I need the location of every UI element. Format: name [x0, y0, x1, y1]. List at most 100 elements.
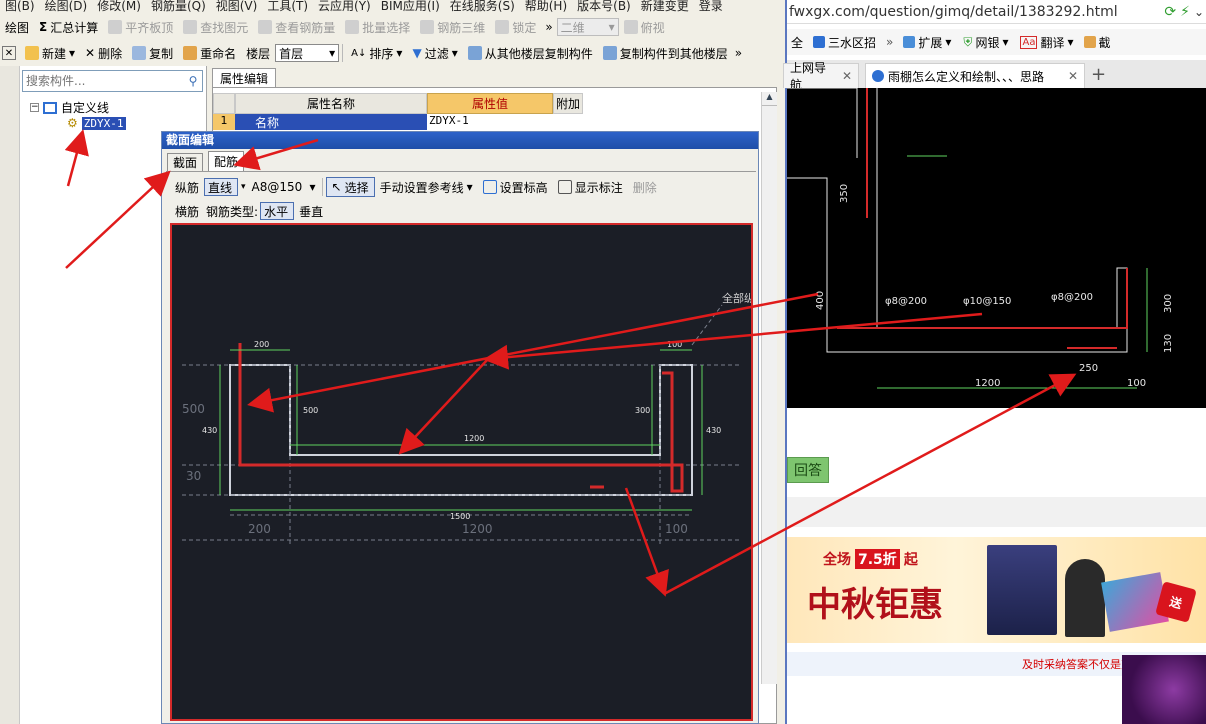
- component-search-box[interactable]: ⚲: [22, 70, 203, 92]
- menu-item-tools[interactable]: 工具(T): [262, 0, 313, 12]
- lightning-icon[interactable]: ⚡: [1180, 4, 1190, 20]
- promo-headline: 中秋钜惠: [807, 585, 943, 625]
- copy-component-button[interactable]: 复制: [127, 43, 178, 63]
- view-mode-select[interactable]: 二维 ▾: [556, 18, 619, 36]
- rename-label: 重命名: [200, 46, 237, 61]
- menu-item-view[interactable]: 视图(V): [211, 0, 263, 12]
- scroll-up-arrow-icon[interactable]: ▲: [762, 92, 777, 106]
- tree-child-row[interactable]: ⚙ ZDYX-1: [67, 116, 126, 130]
- menu-item-version[interactable]: 版本号(B): [572, 0, 636, 12]
- side-ad-image[interactable]: [1122, 655, 1206, 724]
- tab-reinforcement[interactable]: 配筋: [208, 151, 244, 171]
- book-cover-image: [987, 545, 1057, 635]
- menu-item-rebar[interactable]: 钢筋量(Q): [146, 0, 211, 12]
- menu-item-help[interactable]: 帮助(H): [520, 0, 572, 12]
- overflow-chevron-icon[interactable]: »: [735, 46, 742, 60]
- select-tool-button[interactable]: ↖ 选择: [325, 177, 375, 197]
- filter-button[interactable]: ▼ 过滤 ▾: [407, 43, 462, 63]
- perspective-button[interactable]: 俯视: [619, 17, 670, 37]
- url-text[interactable]: fwxgx.com/question/gimq/detail/1383292.h…: [789, 4, 1160, 20]
- promo-discount-value: 7.5折: [855, 549, 900, 569]
- rename-button[interactable]: 重命名: [178, 43, 241, 63]
- horizontal-toggle[interactable]: 水平: [260, 202, 295, 220]
- close-panel-icon[interactable]: ✕: [2, 46, 16, 60]
- online-banking-menu[interactable]: ⛨ 网银 ▾: [957, 34, 1014, 51]
- tab-section[interactable]: 截面: [167, 153, 203, 171]
- promo-discount: 全场 7.5折 起: [823, 549, 918, 569]
- sort-az-icon: A↓: [351, 47, 367, 59]
- online-banking-label: 网银: [975, 35, 1000, 50]
- rebar-3d-button[interactable]: 钢筋三维: [415, 17, 490, 37]
- promo-banner[interactable]: 全场 7.5折 起 中秋钜惠 送: [787, 537, 1206, 643]
- set-height-button[interactable]: 设置标高: [478, 177, 553, 197]
- longitudinal-row: 纵筋 直线 ▾ A8@150 ▾ ↖ 选择 手动设置参考线 ▾ 设置标高 显示标注 删…: [170, 176, 662, 198]
- dropdown-arrow-icon: ▾: [309, 180, 316, 194]
- section-drawing-canvas[interactable]: 200 100 500 300 1200 430 430 1500 500 30…: [170, 223, 753, 721]
- floor-select[interactable]: 首层 ▾: [275, 44, 340, 62]
- collapse-toggle-icon[interactable]: −: [30, 103, 39, 112]
- row-value-cell[interactable]: ZDYX-1: [427, 114, 553, 130]
- rebar-spec-select[interactable]: A8@150 ▾: [249, 178, 319, 196]
- overflow-chevron-icon[interactable]: »: [545, 20, 552, 34]
- refresh-icon[interactable]: ⟳: [1164, 4, 1176, 20]
- tab-navigation[interactable]: 上网导航 ✕: [783, 61, 859, 92]
- vertical-toggle[interactable]: 垂直: [294, 201, 328, 221]
- promo-prefix: 全场: [823, 552, 851, 568]
- menu-item-login[interactable]: 登录: [694, 0, 728, 12]
- copy-to-floor-button[interactable]: 复制构件到其他楼层: [598, 43, 733, 63]
- tree-root-row[interactable]: − 自定义线: [30, 99, 109, 116]
- fav-item[interactable]: 全: [787, 34, 807, 51]
- sum-calc-label: 汇总计算: [50, 20, 99, 35]
- new-tab-button[interactable]: +: [1091, 64, 1106, 85]
- translate-menu[interactable]: Aa 翻译 ▾: [1014, 34, 1079, 51]
- copy-from-floor-button[interactable]: 从其他楼层复制构件: [463, 43, 598, 63]
- close-icon[interactable]: ✕: [842, 69, 852, 83]
- manual-ref-line-button[interactable]: 手动设置参考线 ▾: [375, 177, 478, 197]
- fav-overflow-icon[interactable]: »: [882, 35, 897, 49]
- address-dropdown-icon[interactable]: ⌄: [1194, 5, 1204, 19]
- menubar: 图(B) 绘图(D) 修改(M) 钢筋量(Q) 视图(V) 工具(T) 云应用(…: [0, 0, 785, 12]
- site-icon: [813, 36, 826, 48]
- lock-button[interactable]: 锁定: [490, 17, 541, 37]
- menu-item-file[interactable]: 图(B): [0, 0, 40, 12]
- screenshot-menu[interactable]: 截: [1080, 34, 1115, 51]
- sort-button[interactable]: A↓ 排序 ▾: [346, 43, 407, 63]
- dim-label: 430: [706, 426, 721, 435]
- find-element-button[interactable]: 查找图元: [178, 17, 253, 37]
- binoculars-icon: [183, 20, 198, 34]
- view-mode-value: 二维: [560, 20, 585, 35]
- search-icon[interactable]: ⚲: [184, 74, 202, 88]
- menu-item-draw[interactable]: 绘图(D): [40, 0, 93, 12]
- menu-item-bim[interactable]: BIM应用(I): [376, 0, 445, 12]
- delete-rebar-button[interactable]: 删除: [628, 177, 662, 197]
- dropdown-arrow-icon[interactable]: ▾: [241, 182, 246, 192]
- delete-component-button[interactable]: ✕ 删除: [80, 43, 127, 63]
- section-drawing: 200 100 500 300 1200 430 430 1500 500 30…: [182, 291, 751, 545]
- extensions-menu[interactable]: 扩展 ▾: [897, 34, 957, 51]
- tab-active-question[interactable]: 雨棚怎么定义和绘制、、、思路 ✕: [865, 63, 1085, 88]
- answer-button[interactable]: 回答: [787, 457, 829, 483]
- search-input[interactable]: [23, 74, 184, 88]
- close-icon[interactable]: ✕: [1068, 69, 1078, 83]
- address-bar[interactable]: fwxgx.com/question/gimq/detail/1383292.h…: [787, 0, 1206, 24]
- find-element-label: 查找图元: [200, 20, 249, 35]
- line-mode-toggle[interactable]: 直线: [204, 178, 239, 196]
- view-rebar-button[interactable]: 查看钢筋量: [253, 17, 340, 37]
- show-dimension-button[interactable]: 显示标注: [553, 177, 628, 197]
- cad-label: φ8@200: [1051, 292, 1093, 303]
- row-name-cell[interactable]: 名称: [235, 114, 427, 130]
- fav-item[interactable]: 三水区招: [807, 34, 882, 51]
- draw-button[interactable]: 绘图: [0, 17, 34, 37]
- menu-item-new-change[interactable]: 新建变更: [636, 0, 694, 12]
- delete-x-icon: ✕: [85, 46, 96, 60]
- batch-select-button[interactable]: 批量选择: [340, 17, 415, 37]
- draw-label: 绘图: [5, 20, 30, 35]
- menu-item-online[interactable]: 在线服务(S): [445, 0, 520, 12]
- new-component-button[interactable]: 新建 ▾: [20, 43, 80, 63]
- property-scrollbar[interactable]: ▲: [761, 92, 777, 684]
- sum-calc-button[interactable]: Σ 汇总计算: [34, 17, 103, 37]
- menu-item-modify[interactable]: 修改(M): [92, 0, 146, 12]
- menu-item-cloud[interactable]: 云应用(Y): [313, 0, 376, 12]
- property-edit-tab[interactable]: 属性编辑: [212, 68, 276, 87]
- flat-top-button[interactable]: 平齐板顶: [103, 17, 178, 37]
